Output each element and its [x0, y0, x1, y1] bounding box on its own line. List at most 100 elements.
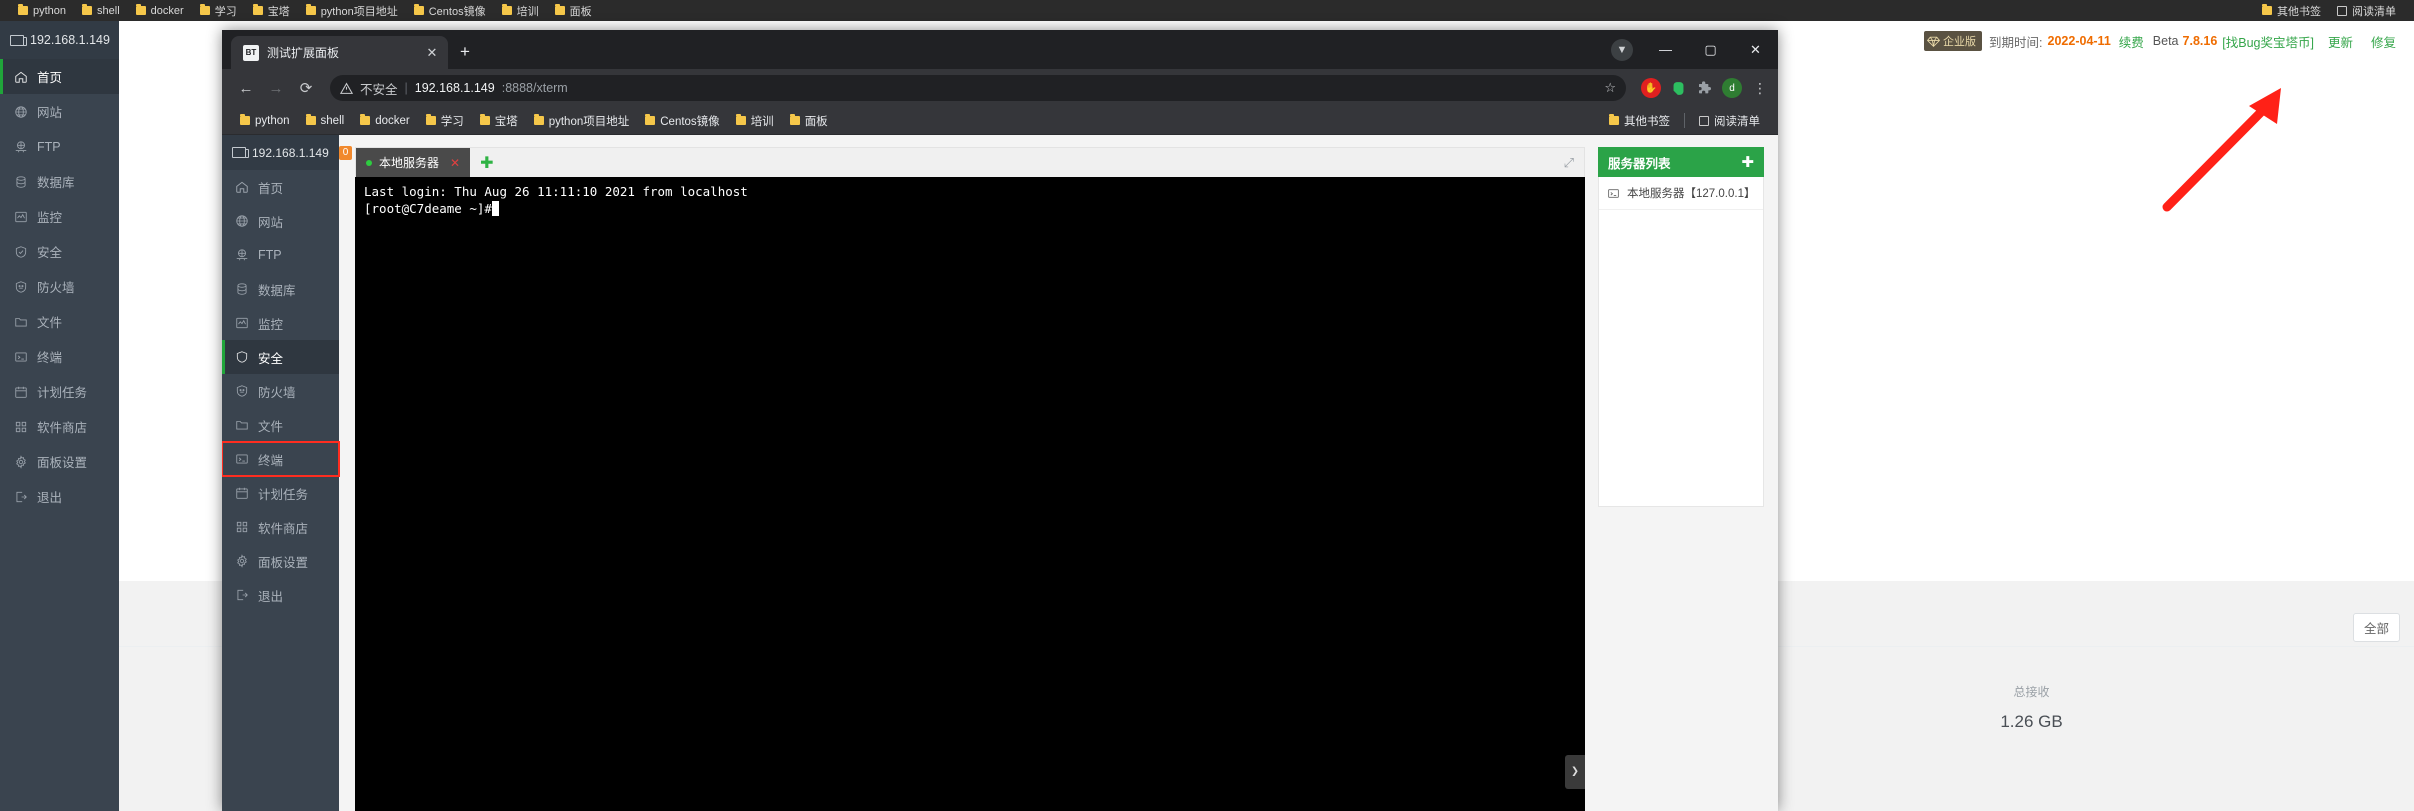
bt-sidebar-item-firewall[interactable]: 防火墙 — [222, 374, 339, 408]
browser-tab[interactable]: BT 测试扩展面板 ✕ — [231, 36, 448, 69]
bt-sidebar-item-files[interactable]: 文件 — [222, 408, 339, 442]
bt-sidebar-item-ftp[interactable]: FTP — [222, 238, 339, 272]
sidebar-item-database[interactable]: 数据库 — [0, 164, 119, 199]
bt-host-header[interactable]: 192.168.1.149 0 — [222, 135, 353, 170]
bookmark-item[interactable]: 面板 — [547, 0, 600, 21]
server-list-body: 本地服务器【127.0.0.1】 — [1598, 177, 1764, 507]
close-button[interactable]: ✕ — [1733, 30, 1778, 69]
other-bookmarks-label: 其他书签 — [1624, 115, 1670, 128]
profile-avatar-icon[interactable]: d — [1722, 78, 1742, 98]
bookmark-item[interactable]: docker — [352, 114, 418, 127]
bookmark-item[interactable]: Centos镜像 — [406, 0, 494, 21]
bt-sidebar-label: 网站 — [258, 215, 284, 230]
ftp-icon — [236, 249, 248, 261]
sidebar-item-logout[interactable]: 退出 — [0, 479, 119, 514]
sidebar-item-files[interactable]: 文件 — [0, 304, 119, 339]
server-list-header: 服务器列表 ✚ — [1598, 147, 1764, 177]
terminal-tab[interactable]: 本地服务器 ✕ — [356, 148, 471, 177]
sidebar-item-firewall[interactable]: 防火墙 — [0, 269, 119, 304]
firewall-icon — [236, 385, 248, 397]
other-bookmarks-button[interactable]: 其他书签 — [1601, 113, 1678, 129]
bt-sidebar-item-cron[interactable]: 计划任务 — [222, 476, 339, 510]
bookmark-item[interactable]: python项目地址 — [298, 0, 406, 21]
update-link[interactable]: 更新 — [2328, 32, 2353, 51]
sidebar-label: 终端 — [37, 351, 63, 365]
reading-list-button[interactable]: 阅读清单 — [1691, 113, 1768, 129]
bookmark-item[interactable]: python — [10, 0, 74, 21]
sidebar-label: 网站 — [37, 106, 63, 120]
sidebar-item-monitor[interactable]: 监控 — [0, 199, 119, 234]
bookmark-item[interactable]: python — [232, 114, 298, 127]
bookmark-item[interactable]: docker — [128, 0, 192, 21]
address-bar[interactable]: 不安全 | 192.168.1.149:8888/xterm ☆ — [330, 75, 1626, 101]
firewall-icon — [15, 280, 27, 293]
sidebar-item-security[interactable]: 安全 — [0, 234, 119, 269]
sidebar-item-cron[interactable]: 计划任务 — [0, 374, 119, 409]
tab-close-icon[interactable]: ✕ — [424, 45, 440, 61]
terminal-tab-close-icon[interactable]: ✕ — [450, 156, 460, 170]
outer-host-header[interactable]: 192.168.1.149 0 — [0, 21, 134, 59]
expand-terminal-icon[interactable]: ⤢ — [1564, 148, 1584, 177]
maximize-button[interactable]: ▢ — [1688, 30, 1733, 69]
bug-bounty-link[interactable]: [找Bug奖宝塔币] — [2222, 32, 2314, 51]
sidebar-item-website[interactable]: 网站 — [0, 94, 119, 129]
bt-sidebar-item-logout[interactable]: 退出 — [222, 578, 339, 612]
new-tab-button[interactable]: + — [460, 42, 470, 62]
reading-list-button[interactable]: 阅读清单 — [2329, 0, 2404, 21]
terminal-icon — [15, 351, 27, 362]
bookmark-item[interactable]: 培训 — [728, 113, 782, 129]
bt-sidebar-item-security[interactable]: 安全 — [222, 340, 339, 374]
terminal-tab-bar: 本地服务器 ✕ ✚ ⤢ — [355, 147, 1585, 177]
folder-icon — [252, 4, 263, 15]
forward-button[interactable]: → — [262, 74, 290, 102]
sidebar-item-settings[interactable]: 面板设置 — [0, 444, 119, 479]
notification-badge: 0 — [338, 145, 353, 160]
bookmark-label: python项目地址 — [548, 115, 630, 128]
other-bookmarks-button[interactable]: 其他书签 — [2254, 0, 2329, 21]
renew-link[interactable]: 续费 — [2119, 32, 2144, 51]
bt-panel-page: 192.168.1.149 0 首页 网站 FTP 数据库 监控 安全 防火墙 … — [222, 135, 1778, 811]
bookmark-item[interactable]: 培训 — [494, 0, 547, 21]
bookmark-item[interactable]: 宝塔 — [472, 113, 526, 129]
bookmark-star-icon[interactable]: ☆ — [1604, 80, 1616, 96]
sidebar-item-appstore[interactable]: 软件商店 — [0, 409, 119, 444]
sidebar-label: FTP — [37, 139, 61, 154]
bookmark-item[interactable]: shell — [298, 114, 353, 127]
server-list-item[interactable]: 本地服务器【127.0.0.1】 — [1599, 177, 1763, 210]
adblock-extension-icon[interactable]: ✋ — [1641, 78, 1661, 98]
back-button[interactable]: ← — [232, 74, 260, 102]
sidebar-item-ftp[interactable]: FTP — [0, 129, 119, 164]
sidebar-label: 软件商店 — [37, 421, 88, 435]
bt-sidebar-item-database[interactable]: 数据库 — [222, 272, 339, 306]
divider — [1684, 113, 1685, 128]
bt-sidebar-item-terminal[interactable]: 终端 — [222, 441, 340, 477]
evernote-extension-icon[interactable] — [1668, 78, 1688, 98]
chrome-menu-icon[interactable]: ⋮ — [1752, 80, 1768, 97]
warning-icon — [340, 82, 353, 94]
bookmark-item[interactable]: Centos镜像 — [637, 113, 727, 129]
all-filter-button[interactable]: 全部 — [2352, 613, 2400, 642]
sidebar-item-home[interactable]: 首页 — [0, 59, 119, 94]
bookmark-item[interactable]: python项目地址 — [526, 113, 638, 129]
bt-sidebar-item-settings[interactable]: 面板设置 — [222, 544, 339, 578]
bookmark-item[interactable]: shell — [74, 0, 128, 21]
sidebar-item-terminal[interactable]: 终端 — [0, 339, 119, 374]
bookmark-item[interactable]: 宝塔 — [245, 0, 298, 21]
add-terminal-tab-button[interactable]: ✚ — [470, 148, 503, 177]
bookmark-item[interactable]: 学习 — [418, 113, 472, 129]
bt-sidebar-item-website[interactable]: 网站 — [222, 204, 339, 238]
terminal-sidebar-toggle-icon[interactable]: ❯ — [1565, 755, 1585, 789]
reload-button[interactable]: ⟳ — [292, 74, 320, 102]
bookmark-item[interactable]: 学习 — [192, 0, 245, 21]
bt-sidebar-item-appstore[interactable]: 软件商店 — [222, 510, 339, 544]
bt-sidebar-item-home[interactable]: 首页 — [222, 170, 339, 204]
outer-bookmarks-right: 其他书签 阅读清单 — [2254, 0, 2404, 21]
add-server-button[interactable]: ✚ — [1741, 153, 1754, 171]
minimize-button[interactable]: — — [1643, 30, 1688, 69]
fix-link[interactable]: 修复 — [2371, 32, 2396, 51]
profile-chip-icon[interactable]: ▼ — [1611, 38, 1633, 61]
bookmark-item[interactable]: 面板 — [782, 113, 836, 129]
puzzle-extensions-icon[interactable] — [1695, 78, 1715, 98]
terminal-output[interactable]: Last login: Thu Aug 26 11:11:10 2021 fro… — [355, 177, 1585, 811]
bt-sidebar-item-monitor[interactable]: 监控 — [222, 306, 339, 340]
